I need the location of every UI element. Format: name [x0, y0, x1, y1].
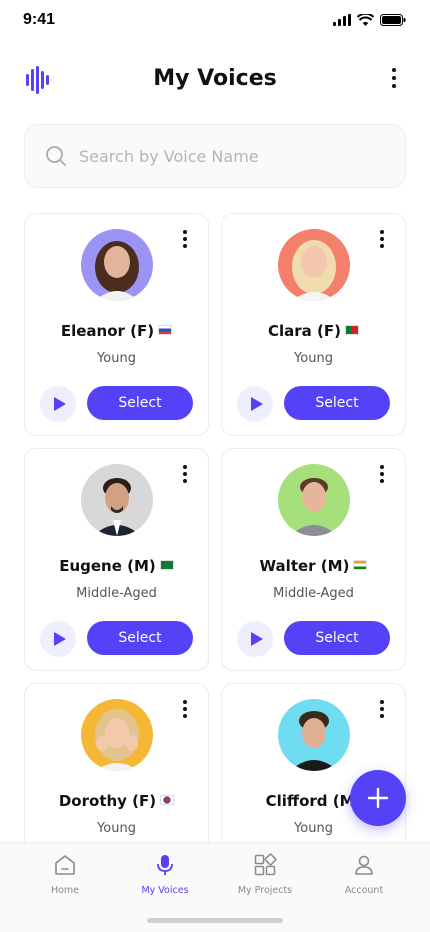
search-icon [46, 146, 66, 166]
voice-name: Walter (M) [222, 557, 405, 575]
signal-icon [333, 14, 351, 26]
search-bar [24, 124, 406, 188]
avatar [81, 699, 153, 771]
card-more-options-icon[interactable] [378, 700, 386, 722]
avatar [81, 229, 153, 301]
nav-item-my-projects[interactable]: My Projects [215, 853, 315, 896]
nav-label: Home [50, 885, 80, 896]
voice-name: Dorothy (F) [25, 792, 208, 810]
page-title: My Voices [153, 66, 277, 91]
play-button[interactable] [237, 386, 273, 422]
add-voice-button[interactable] [350, 770, 406, 826]
user-icon [355, 855, 373, 875]
voice-age: Young [97, 821, 136, 836]
card-more-options-icon[interactable] [378, 465, 386, 487]
home-indicator [147, 918, 283, 923]
avatar [278, 699, 350, 771]
voice-age: Young [294, 351, 333, 366]
more-options-icon[interactable] [390, 68, 398, 94]
voice-name: Eleanor (F) [25, 322, 208, 340]
play-icon [53, 632, 66, 646]
nav-item-home[interactable]: Home [15, 853, 115, 896]
play-button[interactable] [40, 386, 76, 422]
avatar [278, 229, 350, 301]
status-bar: 9:41 [0, 0, 430, 44]
voice-name: Eugene (M) [25, 557, 208, 575]
battery-icon [380, 14, 406, 26]
play-icon [250, 397, 263, 411]
avatar [278, 464, 350, 536]
play-button[interactable] [237, 621, 273, 657]
russia-flag-icon [158, 325, 173, 335]
status-icons [333, 14, 406, 26]
play-icon [250, 632, 263, 646]
south-korea-flag-icon [160, 795, 175, 805]
home-icon [55, 855, 75, 875]
nav-item-account[interactable]: Account [314, 853, 414, 896]
header: My Voices [0, 58, 430, 104]
voice-age: Middle-Aged [273, 586, 354, 601]
voice-card[interactable]: Eleanor (F) Young Select [24, 213, 209, 436]
voice-age: Middle-Aged [76, 586, 157, 601]
india-flag-icon [353, 560, 368, 570]
search-input[interactable] [79, 146, 379, 166]
play-button[interactable] [40, 621, 76, 657]
microphone-icon [157, 855, 173, 875]
card-more-options-icon[interactable] [181, 700, 189, 722]
voice-card[interactable]: Eugene (M) Middle-Aged Select [24, 448, 209, 671]
select-button[interactable]: Select [284, 386, 390, 420]
plus-icon [367, 787, 389, 809]
voice-card[interactable]: Clara (F) Young Select [221, 213, 406, 436]
nav-item-my-voices[interactable]: My Voices [115, 853, 215, 896]
card-more-options-icon[interactable] [181, 230, 189, 252]
saudi-arabia-flag-icon [159, 560, 174, 570]
status-time: 9:41 [23, 11, 56, 28]
select-button[interactable]: Select [87, 621, 193, 655]
grid-icon [254, 853, 277, 876]
voice-card[interactable]: Walter (M) Middle-Aged Select [221, 448, 406, 671]
nav-label: Account [344, 885, 384, 896]
voice-age: Young [97, 351, 136, 366]
wifi-icon [357, 14, 374, 26]
select-button[interactable]: Select [87, 386, 193, 420]
card-more-options-icon[interactable] [378, 230, 386, 252]
avatar [81, 464, 153, 536]
card-more-options-icon[interactable] [181, 465, 189, 487]
play-icon [53, 397, 66, 411]
select-button[interactable]: Select [284, 621, 390, 655]
portugal-flag-icon [344, 325, 359, 335]
nav-label: My Voices [141, 885, 189, 896]
voice-name: Clara (F) [222, 322, 405, 340]
nav-label: My Projects [237, 885, 293, 896]
